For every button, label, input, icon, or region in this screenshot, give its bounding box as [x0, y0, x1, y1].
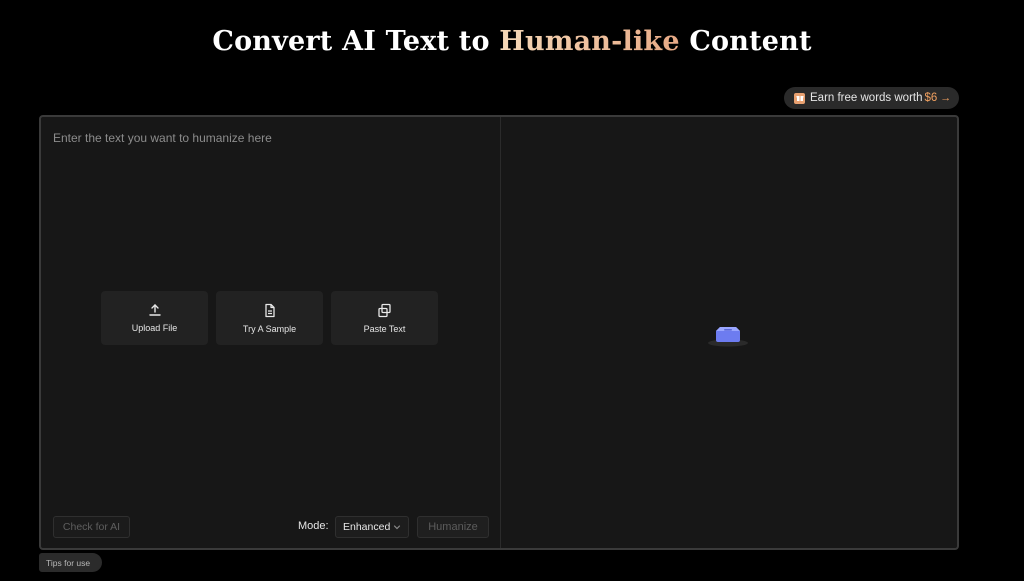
title-start: Convert AI Text to — [212, 26, 500, 57]
page-title: Convert AI Text to Human-like Content — [0, 26, 1024, 57]
paste-text-button[interactable]: Paste Text — [331, 291, 438, 345]
mode-label: Mode: — [298, 520, 329, 532]
loading-indicator — [706, 321, 750, 352]
title-highlight: Human-like — [499, 26, 680, 57]
humanize-button[interactable]: Humanize — [417, 516, 489, 538]
input-pane[interactable]: Enter the text you want to humanize here… — [41, 117, 501, 548]
text-input-placeholder[interactable]: Enter the text you want to humanize here — [53, 131, 272, 145]
document-icon — [264, 303, 275, 317]
chevron-down-icon — [393, 525, 401, 530]
upload-icon — [148, 304, 161, 316]
input-footer: Check for AI Mode: Enhanced Humanize — [53, 516, 490, 538]
humanizer-panel: Enter the text you want to humanize here… — [39, 115, 959, 550]
tips-for-use-button[interactable]: Tips for use — [39, 553, 102, 572]
mode-select[interactable]: Enhanced — [335, 516, 409, 538]
gift-icon — [794, 92, 805, 104]
copy-icon — [378, 303, 391, 317]
arrow-right-icon: → — [940, 92, 952, 104]
upload-file-label: Upload File — [131, 323, 178, 333]
output-pane — [501, 117, 957, 548]
check-for-ai-button[interactable]: Check for AI — [53, 516, 130, 538]
title-end: Content — [679, 26, 812, 57]
earn-amount: $6 — [924, 92, 938, 104]
upload-file-button[interactable]: Upload File — [101, 291, 208, 345]
earn-label: Earn free words worth — [810, 92, 923, 104]
try-a-sample-button[interactable]: Try A Sample — [216, 291, 323, 345]
input-actions: Upload File Try A Sample Paste Text — [101, 291, 438, 345]
earn-free-words-button[interactable]: Earn free words worth $6 → — [784, 87, 959, 109]
paste-text-label: Paste Text — [363, 323, 406, 334]
loading-box-icon — [708, 327, 748, 347]
mode-value: Enhanced — [343, 521, 391, 533]
try-a-sample-label: Try A Sample — [242, 323, 297, 334]
